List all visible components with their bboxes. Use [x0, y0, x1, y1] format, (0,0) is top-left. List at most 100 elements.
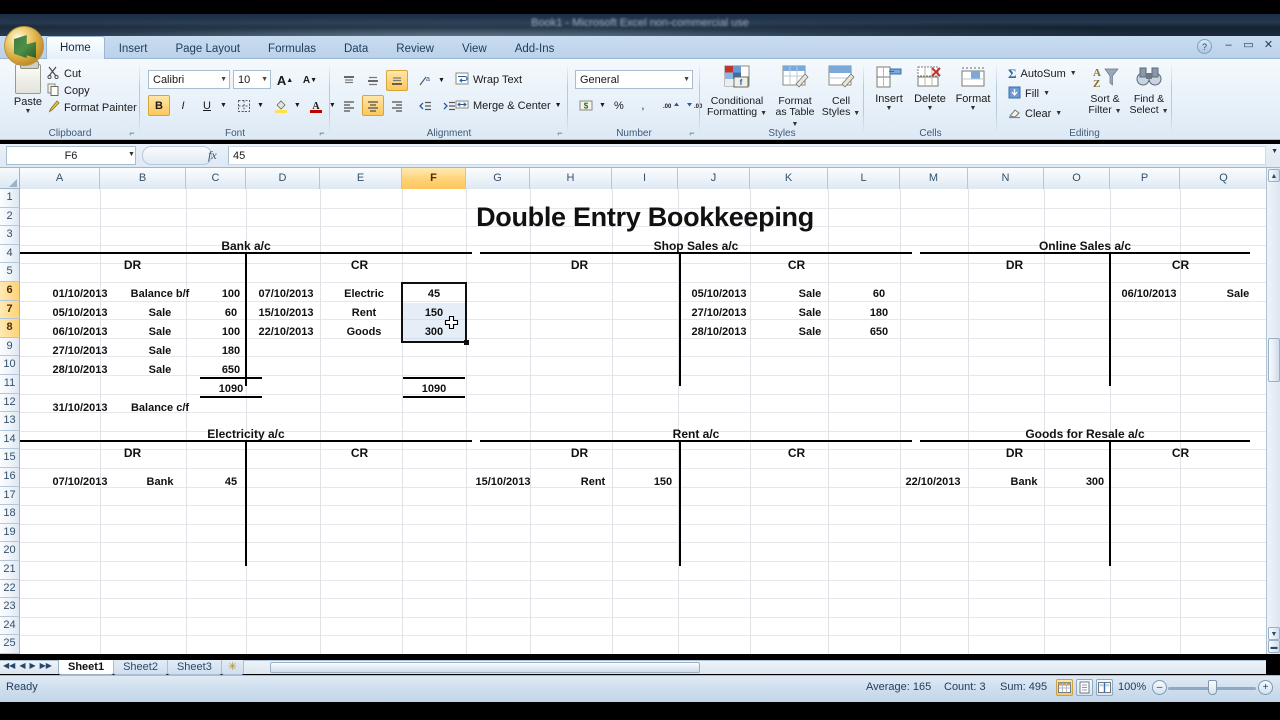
row-header-25[interactable]: 25: [0, 635, 20, 654]
column-header-g[interactable]: G: [466, 168, 530, 189]
formula-bar-expand-icon[interactable]: ▼: [1271, 148, 1278, 155]
column-header-c[interactable]: C: [186, 168, 246, 189]
row-header-9[interactable]: 9: [0, 337, 20, 357]
increase-decimal-button[interactable]: .00: [660, 95, 682, 116]
row-header-3[interactable]: 3: [0, 226, 20, 245]
row-header-8[interactable]: 8: [0, 319, 20, 338]
borders-chevron-down-icon[interactable]: ▼: [257, 102, 264, 109]
conditional-formatting-button[interactable]: f Conditional Formatting ▼: [705, 64, 769, 119]
sort-filter-button[interactable]: AZ Sort & Filter ▼: [1083, 65, 1127, 117]
horizontal-scrollbar[interactable]: [258, 660, 1266, 674]
row-header-20[interactable]: 20: [0, 542, 20, 561]
column-header-f[interactable]: F: [402, 168, 466, 189]
shrink-font-button[interactable]: A ▼: [299, 70, 321, 91]
column-header-i[interactable]: I: [612, 168, 678, 189]
row-header-7[interactable]: 7: [0, 300, 20, 320]
split-box-icon[interactable]: ▬: [1268, 640, 1280, 653]
percent-style-button[interactable]: %: [608, 95, 630, 116]
row-header-14[interactable]: 14: [0, 430, 20, 450]
tab-view[interactable]: View: [448, 37, 501, 59]
tab-insert[interactable]: Insert: [105, 37, 162, 59]
worksheet-grid[interactable]: Double Entry Bookkeeping Bank a/c Shop S…: [20, 189, 1268, 654]
row-header-10[interactable]: 10: [0, 356, 20, 375]
orientation-chevron-down-icon[interactable]: ▼: [438, 77, 445, 84]
column-header-j[interactable]: J: [678, 168, 750, 189]
find-select-button[interactable]: Find & Select ▼: [1127, 65, 1171, 117]
comma-style-button[interactable]: ,: [632, 95, 654, 116]
font-size-chevron-down-icon[interactable]: ▼: [258, 76, 268, 83]
row-header-1[interactable]: 1: [0, 189, 20, 208]
grow-font-button[interactable]: A ▲: [274, 70, 296, 91]
office-button[interactable]: [4, 26, 44, 66]
row-header-23[interactable]: 23: [0, 598, 20, 617]
cell-styles-chevron-down-icon[interactable]: ▼: [853, 110, 860, 117]
row-header-17[interactable]: 17: [0, 486, 20, 506]
tab-review[interactable]: Review: [382, 37, 448, 59]
nav-first-icon[interactable]: ◀◀: [3, 661, 15, 670]
normal-view-button[interactable]: [1056, 679, 1073, 696]
row-header-5[interactable]: 5: [0, 263, 20, 282]
scroll-up-icon[interactable]: ▲: [1268, 169, 1280, 182]
copy-button[interactable]: Copy: [44, 82, 140, 99]
name-box[interactable]: F6: [6, 146, 136, 165]
help-icon[interactable]: ?: [1197, 39, 1212, 54]
align-right-button[interactable]: [386, 95, 408, 116]
column-header-h[interactable]: H: [530, 168, 612, 189]
underline-button[interactable]: U: [196, 95, 218, 116]
font-dialog-launcher-icon[interactable]: ⌐: [317, 128, 327, 138]
fill-color-chevron-down-icon[interactable]: ▼: [294, 102, 301, 109]
page-layout-view-button[interactable]: [1076, 679, 1093, 696]
column-header-l[interactable]: L: [828, 168, 900, 189]
sheet-tab-sheet2[interactable]: Sheet2: [113, 660, 168, 675]
number-format-select[interactable]: General ▼: [575, 70, 693, 89]
maximize-icon[interactable]: ▭: [1241, 38, 1256, 51]
row-header-22[interactable]: 22: [0, 579, 20, 599]
vertical-scrollbar[interactable]: ▲ ▼ ▬: [1266, 168, 1280, 654]
column-header-n[interactable]: N: [968, 168, 1044, 189]
borders-button[interactable]: [233, 95, 255, 116]
orientation-button[interactable]: a: [414, 70, 436, 91]
tab-page-layout[interactable]: Page Layout: [161, 37, 254, 59]
fill-chevron-down-icon[interactable]: ▼: [1043, 90, 1050, 97]
align-top-button[interactable]: [338, 70, 360, 91]
nav-prev-icon[interactable]: ◀: [19, 661, 25, 670]
column-header-q[interactable]: Q: [1180, 168, 1268, 189]
delete-cells-chevron-down-icon[interactable]: ▼: [909, 105, 951, 112]
clipboard-dialog-launcher-icon[interactable]: ⌐: [127, 128, 137, 138]
clear-button[interactable]: Clear ▼: [1005, 105, 1080, 122]
underline-chevron-down-icon[interactable]: ▼: [220, 102, 227, 109]
row-header-4[interactable]: 4: [0, 244, 20, 264]
merge-center-button[interactable]: Merge & Center ▼: [452, 97, 565, 114]
column-header-m[interactable]: M: [900, 168, 968, 189]
row-header-12[interactable]: 12: [0, 393, 20, 413]
conditional-formatting-chevron-down-icon[interactable]: ▼: [760, 110, 767, 117]
autosum-chevron-down-icon[interactable]: ▼: [1070, 70, 1077, 77]
tab-data[interactable]: Data: [330, 37, 382, 59]
currency-chevron-down-icon[interactable]: ▼: [599, 102, 606, 109]
align-center-button[interactable]: [362, 95, 384, 116]
name-box-chevron-down-icon[interactable]: ▼: [128, 151, 135, 158]
row-header-19[interactable]: 19: [0, 523, 20, 543]
column-header-o[interactable]: O: [1044, 168, 1110, 189]
select-all-corner[interactable]: [0, 168, 20, 189]
font-size-input[interactable]: 10 ▼: [233, 70, 271, 89]
font-color-button[interactable]: A: [305, 95, 327, 116]
currency-button[interactable]: $: [575, 95, 597, 116]
row-header-24[interactable]: 24: [0, 616, 20, 636]
zoom-slider-handle[interactable]: [1208, 680, 1217, 695]
page-break-view-button[interactable]: [1096, 679, 1113, 696]
nav-next-icon[interactable]: ▶: [29, 661, 35, 670]
delete-cells-button[interactable]: Delete ▼: [909, 65, 951, 112]
insert-cells-chevron-down-icon[interactable]: ▼: [869, 105, 909, 112]
row-header-11[interactable]: 11: [0, 375, 20, 394]
tab-formulas[interactable]: Formulas: [254, 37, 330, 59]
bold-button[interactable]: B: [148, 95, 170, 116]
fill-button[interactable]: Fill ▼: [1005, 85, 1080, 102]
fill-handle[interactable]: [464, 340, 469, 345]
column-header-e[interactable]: E: [320, 168, 402, 189]
clear-chevron-down-icon[interactable]: ▼: [1055, 110, 1062, 117]
format-cells-button[interactable]: Format ▼: [951, 65, 995, 112]
format-as-table-button[interactable]: Format as Table ▼: [771, 64, 819, 130]
close-icon[interactable]: ✕: [1261, 38, 1276, 51]
italic-button[interactable]: I: [172, 95, 194, 116]
